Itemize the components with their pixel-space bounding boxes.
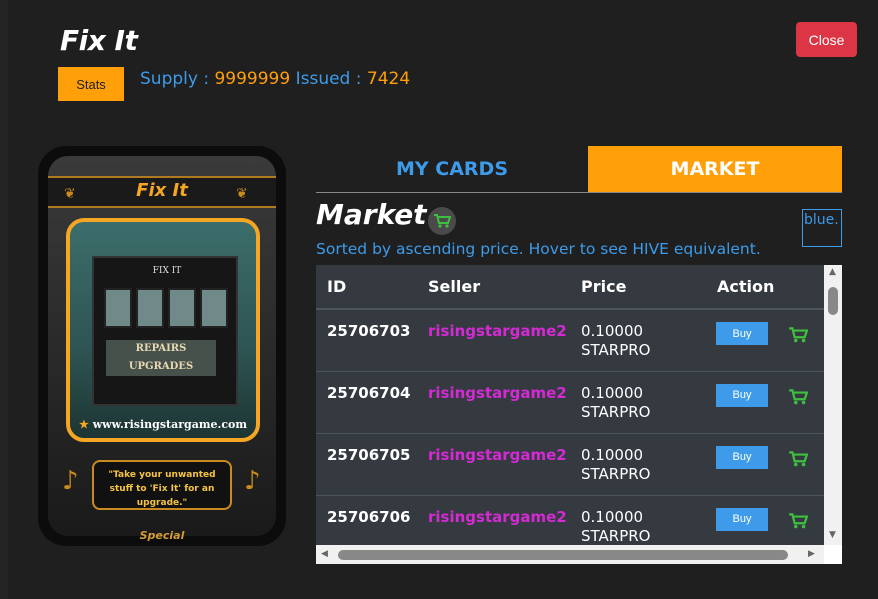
buy-button[interactable]: Buy	[716, 507, 768, 531]
card-frame: ❦ Fix It ❦ FIX IT REPAIRS UPGRADES ★ www…	[48, 156, 276, 536]
row-seller[interactable]: risingstargame2	[417, 370, 570, 433]
supply-label: Supply :	[140, 69, 215, 89]
shop-illustration: FIX IT REPAIRS UPGRADES	[92, 256, 238, 406]
price-currency: STARPRO	[581, 464, 651, 483]
row-seller[interactable]: risingstargame2	[417, 494, 570, 545]
market-heading: Market	[316, 198, 427, 231]
price-value: 0.10000	[581, 322, 644, 340]
card-url-text: www.risingstargame.com	[92, 418, 248, 431]
table-row: 25706703 risingstargame2 0.10000 STARPRO …	[316, 308, 824, 371]
row-cart	[784, 494, 824, 545]
buy-button[interactable]: Buy	[716, 322, 768, 345]
market-table-container: ID Seller Price Action 25706703 risingst…	[316, 265, 842, 564]
column-header-action: Action	[706, 265, 784, 310]
cart-icon[interactable]	[788, 388, 809, 410]
guitar-right-icon: ♪	[244, 466, 261, 496]
table-row: 25706705 risingstargame2 0.10000 STARPRO …	[316, 432, 824, 495]
tab-my-cards[interactable]: MY CARDS	[316, 146, 588, 192]
sort-hint: Sorted by ascending price. Hover to see …	[316, 240, 761, 258]
star-icon: ★	[78, 418, 93, 431]
cart-icon[interactable]	[788, 512, 809, 534]
row-id: 25706703	[316, 308, 417, 371]
card-rarity: Special	[139, 529, 185, 542]
row-price: 0.10000 STARPRO	[570, 494, 706, 545]
row-cart	[784, 370, 824, 433]
card-quote: "Take your unwanted stuff to 'Fix It' fo…	[92, 460, 232, 510]
vertical-scrollbar[interactable]: ▲ ▼	[824, 265, 842, 545]
row-id: 25706705	[316, 432, 417, 495]
column-header-seller: Seller	[417, 265, 570, 310]
supply-value: 9999999	[214, 69, 291, 89]
scroll-right-icon[interactable]: ▶	[808, 549, 815, 559]
row-id: 25706704	[316, 370, 417, 433]
shop-window	[200, 288, 228, 328]
shop-window	[136, 288, 164, 328]
shop-window	[168, 288, 196, 328]
tab-bar: MY CARDS MARKET	[316, 146, 842, 193]
shop-line-2: UPGRADES	[128, 361, 194, 372]
swirl-right-icon: ❦	[236, 186, 248, 202]
column-header-id: ID	[316, 265, 417, 310]
guitar-left-icon: ♪	[62, 466, 79, 496]
price-currency: STARPRO	[581, 526, 651, 545]
buy-button[interactable]: Buy	[716, 383, 768, 407]
card-url: ★ www.risingstargame.com	[70, 418, 256, 431]
issued-label: Issued :	[290, 69, 367, 89]
close-button[interactable]: Close	[796, 22, 857, 57]
horizontal-scrollbar[interactable]: ◀ ▶	[316, 545, 824, 564]
tab-market[interactable]: MARKET	[588, 146, 842, 192]
row-cart	[784, 308, 824, 371]
page-title: Fix It	[60, 24, 138, 57]
row-price: 0.10000 STARPRO	[570, 432, 706, 495]
cart-icon[interactable]	[788, 327, 809, 348]
price-currency: STARPRO	[581, 402, 651, 421]
card-image: ❦ Fix It ❦ FIX IT REPAIRS UPGRADES ★ www…	[38, 146, 286, 546]
card-artwork: FIX IT REPAIRS UPGRADES ★ www.risingstar…	[66, 218, 260, 442]
broken-image-icon: blue.	[802, 209, 842, 247]
price-currency: STARPRO	[581, 341, 651, 359]
table-header-row: ID Seller Price Action	[316, 265, 824, 310]
row-action: Buy	[706, 370, 784, 433]
issued-value: 7424	[366, 69, 411, 89]
buy-button[interactable]: Buy	[716, 445, 768, 469]
column-header-price: Price	[570, 265, 706, 310]
vertical-scroll-thumb[interactable]	[828, 287, 838, 315]
shop-window	[104, 288, 132, 328]
supply-info: Supply : 9999999 Issued : 7424	[140, 69, 410, 89]
row-price: 0.10000 STARPRO	[570, 308, 706, 371]
table-row: 25706706 risingstargame2 0.10000 STARPRO …	[316, 494, 824, 545]
scroll-left-icon[interactable]: ◀	[321, 549, 328, 559]
row-action: Buy	[706, 494, 784, 545]
market-table: ID Seller Price Action 25706703 risingst…	[316, 265, 824, 545]
price-value: 0.10000	[581, 383, 644, 402]
scroll-down-icon[interactable]: ▼	[829, 530, 836, 540]
stats-button[interactable]: Stats	[58, 67, 124, 101]
scroll-up-icon[interactable]: ▲	[829, 267, 836, 277]
row-seller[interactable]: risingstargame2	[417, 432, 570, 495]
shop-text: REPAIRS UPGRADES	[106, 340, 216, 376]
table-row: 25706704 risingstargame2 0.10000 STARPRO …	[316, 370, 824, 433]
row-cart	[784, 432, 824, 495]
horizontal-scroll-thumb[interactable]	[338, 550, 788, 560]
shop-sign: FIX IT	[152, 266, 182, 276]
price-value: 0.10000	[581, 445, 644, 464]
cart-icon[interactable]	[428, 207, 456, 235]
cart-icon[interactable]	[788, 450, 809, 472]
row-action: Buy	[706, 432, 784, 495]
row-action: Buy	[706, 308, 784, 371]
column-header-extra	[784, 265, 824, 310]
row-price: 0.10000 STARPRO	[570, 370, 706, 433]
price-value: 0.10000	[581, 507, 644, 526]
row-seller[interactable]: risingstargame2	[417, 308, 570, 371]
shop-line-1: REPAIRS	[135, 343, 187, 354]
market-table-area: ID Seller Price Action 25706703 risingst…	[316, 265, 824, 545]
row-id: 25706706	[316, 494, 417, 545]
